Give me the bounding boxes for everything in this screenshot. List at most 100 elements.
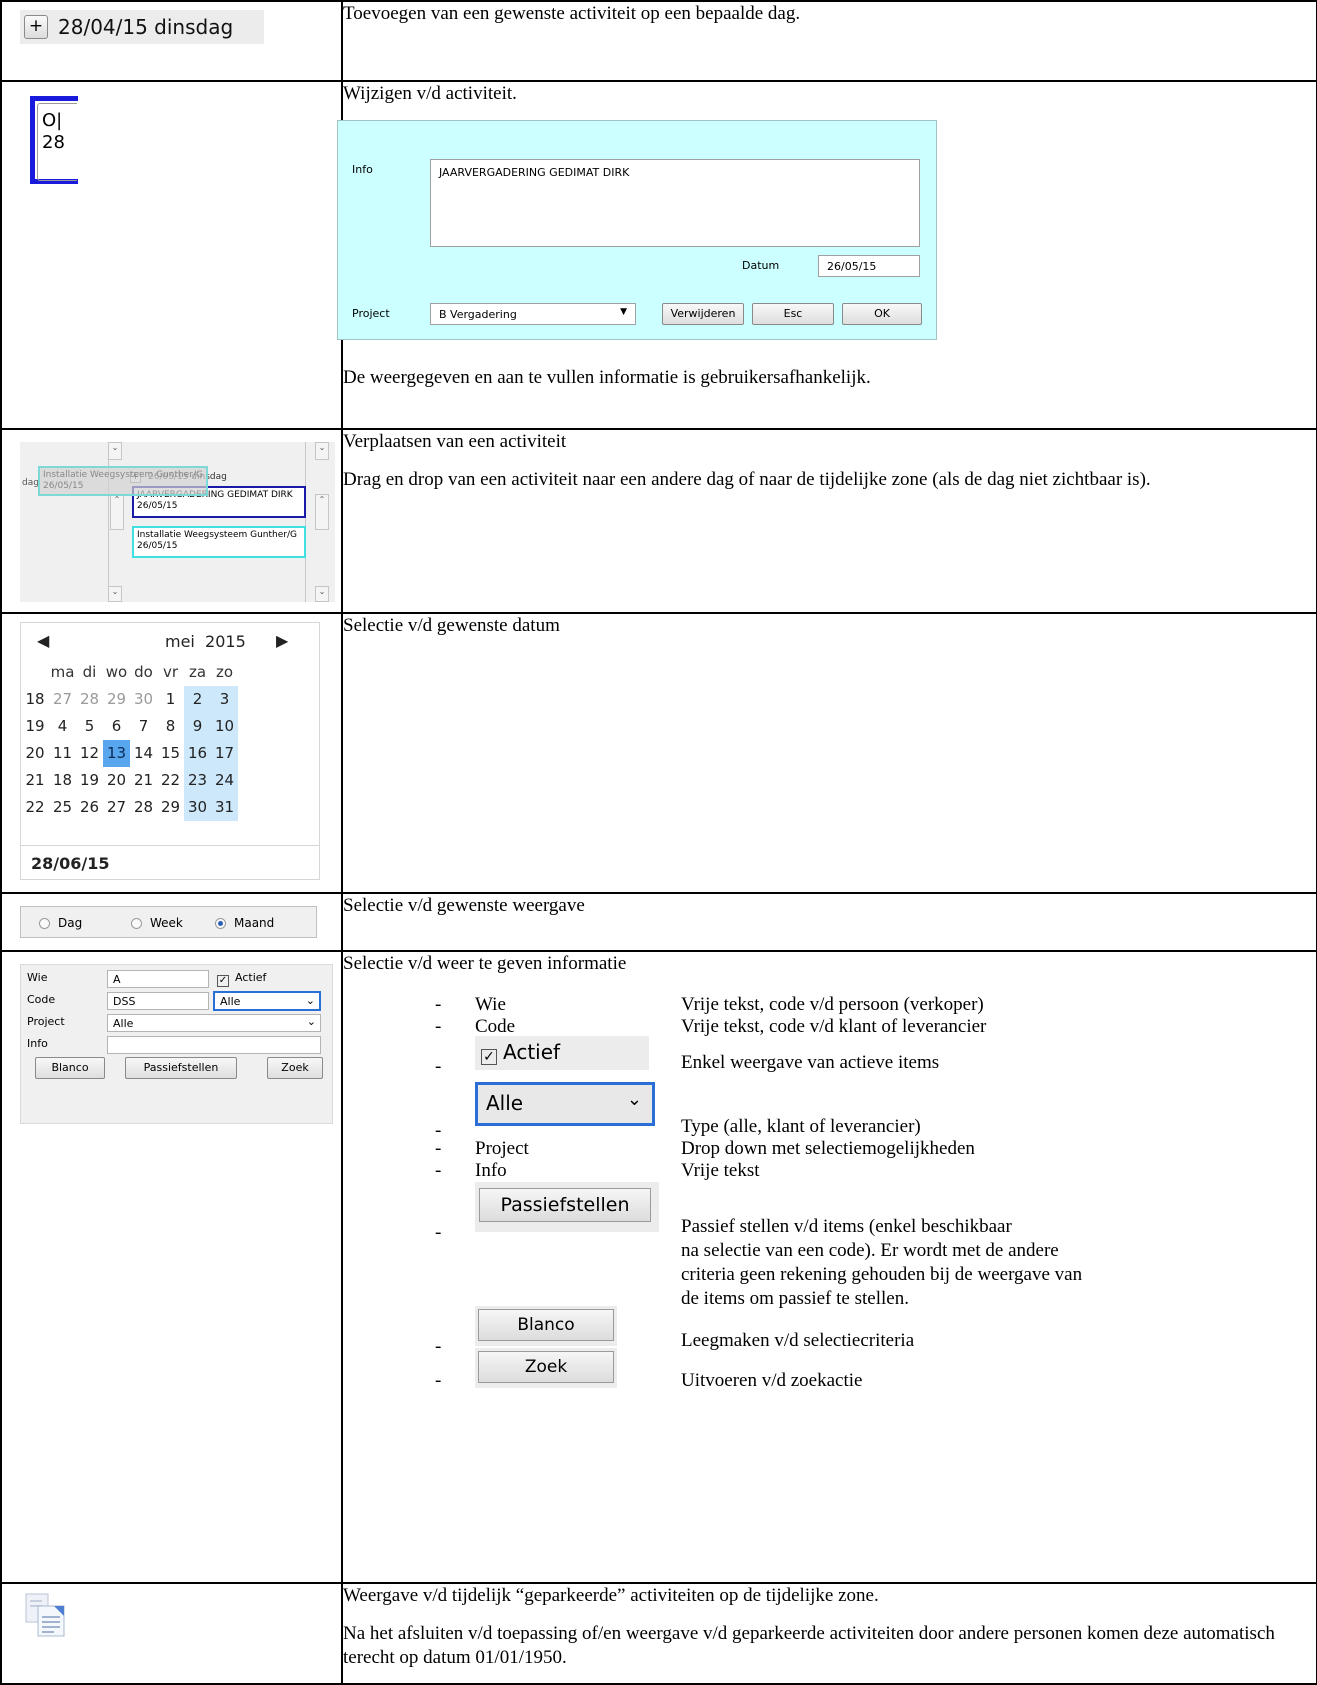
screenshot-cell [0, 1581, 343, 1685]
checkbox-checked-icon: ✓ [481, 1048, 497, 1065]
event-title: Installatie Weegsysteem Gunther/G [137, 530, 297, 540]
calendar-day[interactable]: 13 [103, 740, 130, 767]
description: Selectie v/d gewenste weergave [343, 895, 585, 916]
scroll-down-icon[interactable]: ⌄ [315, 442, 329, 460]
calendar-day[interactable]: 1 [157, 686, 184, 713]
scroll-down-icon[interactable]: ⌄ [108, 442, 122, 460]
calendar-day[interactable]: 19 [76, 767, 103, 794]
radio-icon [131, 917, 142, 929]
ok-button[interactable]: OK [842, 302, 922, 325]
calendar-day[interactable]: 30 [130, 686, 157, 713]
description-cell: Wijzigen v/d activiteit. Info JAARVERGAD… [337, 80, 1317, 430]
bullet: - [435, 1335, 442, 1357]
description: Selectie v/d gewenste datum [343, 615, 560, 636]
type-value: Alle [220, 995, 241, 1008]
description: Drag en drop van een activiteit naar een… [343, 468, 1151, 490]
chip-label: Actief [503, 1039, 561, 1064]
calendar-week: 18 27 28 29 30 1 2 3 [21, 686, 319, 713]
radio-maand[interactable]: Maand [215, 916, 274, 930]
datum-label: Datum [742, 258, 780, 272]
calendar-day[interactable]: 20 [103, 767, 130, 794]
chevron-down-icon: ⌄ [306, 1015, 316, 1028]
info-input[interactable] [107, 1036, 321, 1054]
calendar-day[interactable]: 10 [211, 713, 238, 740]
zoek-button[interactable]: Zoek [267, 1057, 323, 1079]
next-month-icon[interactable]: ▶ [276, 631, 288, 650]
weekday: zo [215, 663, 234, 681]
description: Na het afsluiten v/d toepassing of/en we… [343, 1622, 1275, 1668]
dragged-event-ghost[interactable]: Installatie Weegsysteem Gunther/G 26/05/… [38, 466, 208, 496]
wie-input[interactable]: A [107, 970, 209, 988]
radio-dag[interactable]: Dag [39, 916, 82, 930]
calendar-day[interactable]: 21 [130, 767, 157, 794]
calendar-day[interactable]: 24 [211, 767, 238, 794]
calendar-day[interactable]: 28 [130, 794, 157, 821]
add-button[interactable]: + [24, 15, 48, 39]
checkbox-checked-icon: ✓ [217, 975, 229, 987]
datum-input[interactable]: 26/05/15 [818, 254, 920, 277]
scrollbar[interactable]: ⌃ [110, 494, 124, 530]
section-title: Weergave v/d tijdelijk “geparkeerde” act… [343, 1585, 879, 1606]
passiefstellen-button[interactable]: Passiefstellen [125, 1057, 237, 1079]
calendar-day[interactable]: 3 [211, 686, 238, 713]
item-desc: Vrije tekst [681, 1159, 760, 1181]
scroll-down-icon[interactable]: ⌄ [315, 586, 329, 602]
calendar-day[interactable]: 6 [103, 713, 130, 740]
calendar-day[interactable]: 5 [76, 713, 103, 740]
calendar-day[interactable]: 7 [130, 713, 157, 740]
bullet: - [435, 1015, 442, 1037]
week-number: 18 [25, 690, 45, 708]
activity-thumbnail[interactable]: O| 28 [30, 96, 78, 184]
calendar-day[interactable]: 23 [184, 767, 211, 794]
week-number: 19 [25, 717, 45, 735]
calendar-day[interactable]: 4 [49, 713, 76, 740]
calendar-day[interactable]: 29 [103, 686, 130, 713]
scrollbar[interactable]: ⌃ [315, 494, 329, 530]
prev-month-icon[interactable]: ◀ [37, 631, 49, 650]
radio-week[interactable]: Week [131, 916, 183, 930]
alle-chip: Alle ⌄ [475, 1081, 655, 1126]
calendar-day[interactable]: 29 [157, 794, 184, 821]
event-card[interactable]: Installatie Weegsysteem Gunther/G 26/05/… [132, 526, 306, 558]
scroll-down-icon[interactable]: ⌄ [108, 586, 122, 602]
calendar-day[interactable]: 14 [130, 740, 157, 767]
type-select[interactable]: Alle ⌄ [213, 991, 321, 1011]
radio-icon [39, 917, 50, 929]
actief-checkbox[interactable]: ✓ Actief [217, 971, 266, 987]
calendar-day[interactable]: 31 [211, 794, 238, 821]
project-select[interactable]: B Vergadering ▼ [430, 302, 636, 325]
calendar-day[interactable]: 11 [49, 740, 76, 767]
note: De weergegeven en aan te vullen informat… [343, 366, 871, 388]
calendar-day[interactable]: 18 [49, 767, 76, 794]
calendar-day[interactable]: 26 [76, 794, 103, 821]
weekday: vr [162, 663, 179, 681]
row-date-selection: ◀ mei 2015 ▶ ma di wo do vr za zo 18 27 … [0, 612, 1317, 894]
calendar-day[interactable]: 16 [184, 740, 211, 767]
esc-button[interactable]: Esc [752, 302, 834, 325]
calendar-day[interactable]: 9 [184, 713, 211, 740]
calendar-day[interactable]: 28 [76, 686, 103, 713]
wie-label: Wie [27, 971, 48, 984]
item-desc: Leegmaken v/d selectiecriteria [681, 1329, 915, 1351]
calendar-day[interactable]: 2 [184, 686, 211, 713]
project-select[interactable]: Alle ⌄ [107, 1014, 321, 1032]
delete-button[interactable]: Verwijderen [662, 302, 744, 325]
chevron-down-icon: ⌄ [626, 1088, 642, 1110]
calendar-day[interactable]: 25 [49, 794, 76, 821]
code-input[interactable]: DSS [107, 992, 209, 1010]
item-desc: Enkel weergave van actieve items [681, 1051, 940, 1073]
screenshot-cell: + 28/04/15 dinsdag [0, 0, 343, 82]
parked-documents-icon[interactable] [24, 1592, 68, 1638]
calendar-day[interactable]: 22 [157, 767, 184, 794]
calendar-day[interactable]: 8 [157, 713, 184, 740]
info-textarea[interactable]: JAARVERGADERING GEDIMAT DIRK [430, 158, 920, 247]
description: Toevoegen van een gewenste activiteit op… [343, 3, 801, 24]
calendar-day[interactable]: 27 [103, 794, 130, 821]
calendar-day[interactable]: 12 [76, 740, 103, 767]
calendar-day[interactable]: 27 [49, 686, 76, 713]
calendar-day[interactable]: 17 [211, 740, 238, 767]
calendar-day[interactable]: 15 [157, 740, 184, 767]
blanco-button[interactable]: Blanco [35, 1057, 105, 1079]
calendar-day[interactable]: 30 [184, 794, 211, 821]
event-title: Installatie Weegsysteem Gunther/G [43, 470, 203, 480]
